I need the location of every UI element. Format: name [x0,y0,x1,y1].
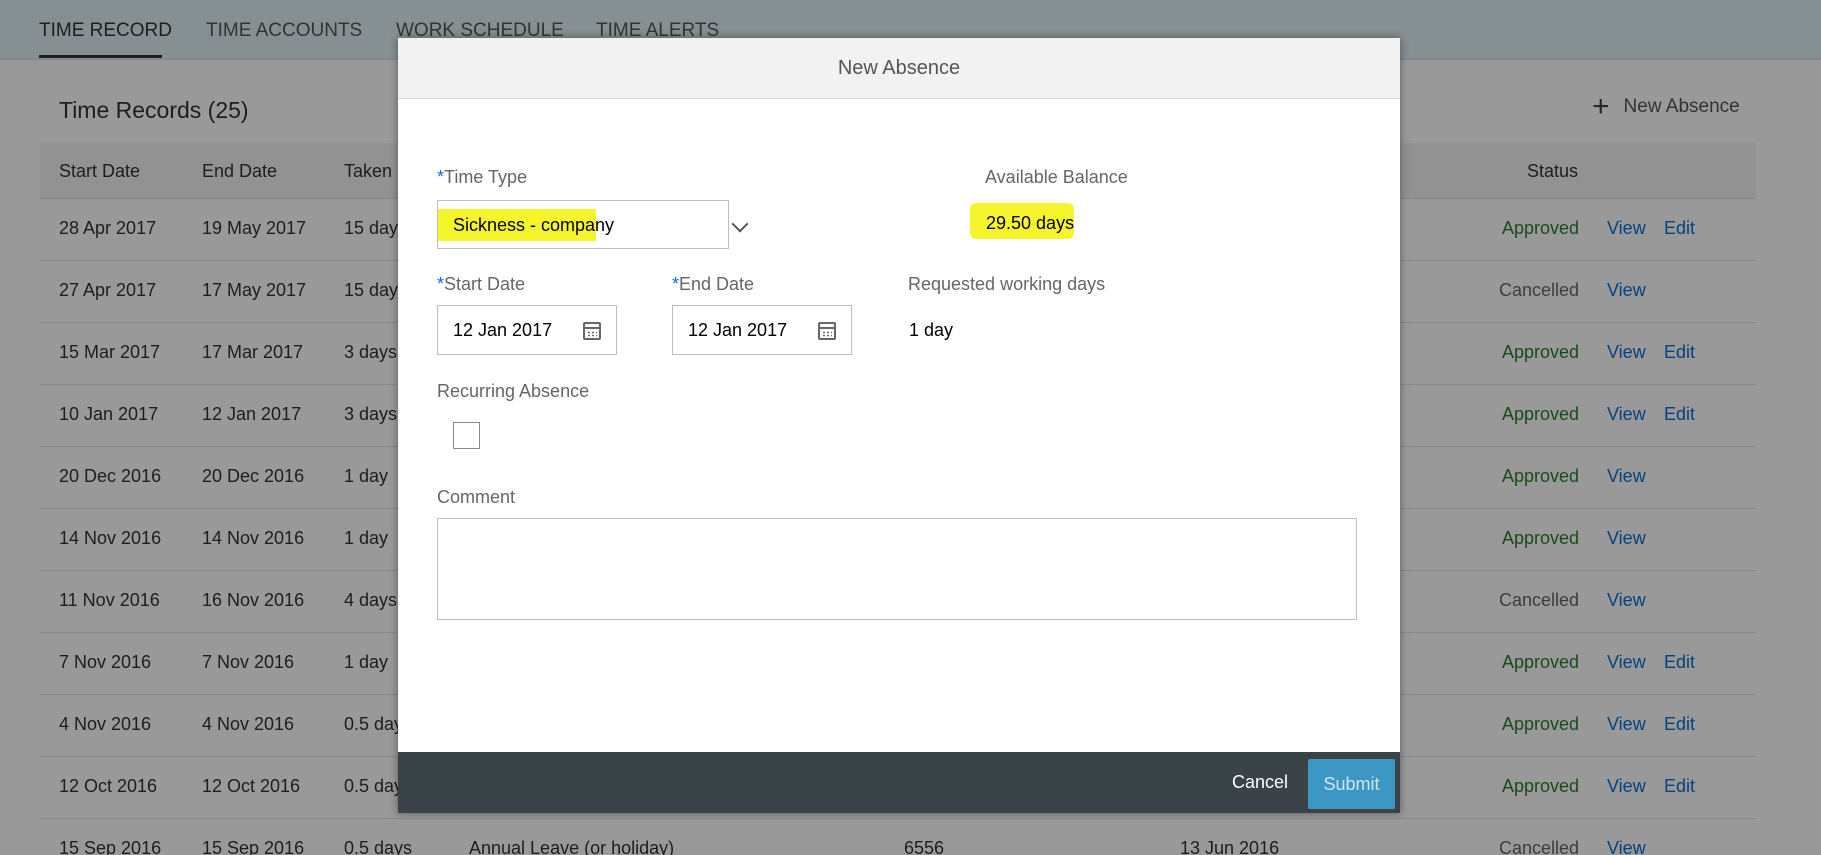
end-date-label: *End Date [672,274,755,294]
calendar-icon[interactable] [818,322,836,340]
start-date-value: 12 Jan 2017 [453,320,553,340]
time-type-value: Sickness - company [453,215,615,235]
requested-working-days-label: Requested working days [908,274,1106,294]
end-date-field[interactable]: 12 Jan 2017 [672,305,852,355]
start-date-label: *Start Date [437,274,526,294]
comment-textarea[interactable] [437,518,1357,620]
comment-label: Comment [437,487,516,507]
calendar-icon[interactable] [583,322,601,340]
available-balance-label: Available Balance [985,167,1128,187]
dialog-footer: Cancel Submit [398,752,1400,813]
submit-button[interactable]: Submit [1308,759,1395,809]
end-date-value: 12 Jan 2017 [688,320,788,340]
available-balance-value: 29.50 days [986,213,1075,233]
chevron-down-icon [731,215,749,233]
cancel-button[interactable]: Cancel [1232,772,1288,793]
requested-working-days-value: 1 day [909,320,954,340]
start-date-field[interactable]: 12 Jan 2017 [437,305,617,355]
time-type-select[interactable]: Sickness - company [437,200,749,249]
new-absence-dialog: New Absence *Time Type Sickness - compan… [398,38,1400,813]
recurring-absence-label: Recurring Absence [437,381,590,401]
time-type-label: *Time Type [437,167,528,187]
dialog-title: New Absence [398,38,1400,99]
recurring-absence-checkbox[interactable] [453,422,480,449]
